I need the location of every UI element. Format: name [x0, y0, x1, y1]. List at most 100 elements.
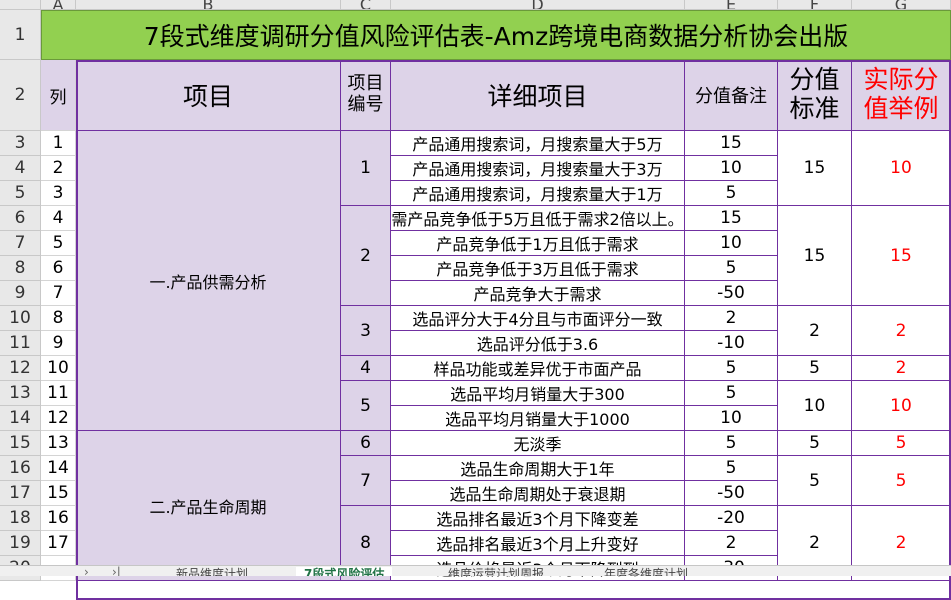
score-std-cell[interactable]: 5 — [778, 356, 852, 381]
detail-cell[interactable]: 选品排名最近3个月下降变差 — [391, 506, 685, 531]
actual-score-cell[interactable]: 10 — [852, 131, 951, 206]
detail-cell[interactable]: 产品通用搜索词，月搜索量大于5万 — [391, 131, 685, 156]
score-std-cell[interactable]: 2 — [778, 306, 852, 356]
seq-cell[interactable]: 4 — [41, 206, 76, 231]
score-note-cell[interactable]: -50 — [685, 481, 778, 506]
item-number-cell[interactable]: 7 — [341, 456, 391, 506]
detail-cell[interactable]: 样品功能或差异优于市面产品 — [391, 356, 685, 381]
seq-cell[interactable]: 5 — [41, 231, 76, 256]
row-header-2[interactable]: 2 — [0, 60, 41, 131]
score-note-cell[interactable]: 5 — [685, 431, 778, 456]
row-header-3[interactable]: 3 — [0, 131, 41, 156]
header-detail[interactable]: 详细项目 — [391, 60, 685, 131]
row-header-15[interactable]: 15 — [0, 431, 41, 456]
actual-score-cell[interactable]: 15 — [852, 206, 951, 306]
score-std-cell[interactable]: 5 — [778, 456, 852, 506]
column-header-b[interactable]: B — [76, 0, 341, 10]
detail-cell[interactable]: 选品生命周期大于1年 — [391, 456, 685, 481]
seq-cell[interactable]: 17 — [41, 531, 76, 556]
row-header-8[interactable]: 8 — [0, 256, 41, 281]
detail-cell[interactable]: 产品竞争低于3万且低于需求 — [391, 256, 685, 281]
row-header-18[interactable]: 18 — [0, 506, 41, 531]
score-note-cell[interactable]: -50 — [685, 281, 778, 306]
row-header-11[interactable]: 11 — [0, 331, 41, 356]
seq-cell[interactable]: 9 — [41, 331, 76, 356]
header-item-no[interactable]: 项目编号 — [341, 60, 391, 131]
item-number-cell[interactable]: 2 — [341, 206, 391, 306]
column-header-a[interactable]: A — [41, 0, 76, 10]
score-note-cell[interactable]: 15 — [685, 206, 778, 231]
score-note-cell[interactable]: 5 — [685, 381, 778, 406]
seq-cell[interactable]: 12 — [41, 406, 76, 431]
column-header-e[interactable]: E — [685, 0, 778, 10]
score-note-cell[interactable]: 10 — [685, 231, 778, 256]
item-category-cell[interactable]: 一.产品供需分析 — [76, 131, 341, 431]
score-note-cell[interactable]: 10 — [685, 156, 778, 181]
header-seq[interactable]: 列 — [41, 60, 76, 131]
seq-cell[interactable]: 2 — [41, 156, 76, 181]
row-header-4[interactable]: 4 — [0, 156, 41, 181]
row-header-13[interactable]: 13 — [0, 381, 41, 406]
score-std-cell[interactable]: 10 — [778, 381, 852, 431]
detail-cell[interactable]: 需产品竞争低于5万且低于需求2倍以上。 — [391, 206, 685, 231]
row-header-6[interactable]: 6 — [0, 206, 41, 231]
score-note-cell[interactable]: 10 — [685, 406, 778, 431]
sheet-title[interactable]: 7段式维度调研分值风险评估表-Amz跨境电商数据分析协会出版 — [41, 10, 951, 60]
seq-cell[interactable]: 3 — [41, 181, 76, 206]
row-header-12[interactable]: 12 — [0, 356, 41, 381]
column-header-d[interactable]: D — [391, 0, 685, 10]
row-header-1[interactable]: 1 — [0, 10, 41, 60]
seq-cell[interactable]: 8 — [41, 306, 76, 331]
header-score-note[interactable]: 分值备注 — [685, 60, 778, 131]
actual-score-cell[interactable]: 5 — [852, 456, 951, 506]
detail-cell[interactable]: 选品生命周期处于衰退期 — [391, 481, 685, 506]
seq-cell[interactable]: 7 — [41, 281, 76, 306]
seq-cell[interactable]: 10 — [41, 356, 76, 381]
row-header-19[interactable]: 19 — [0, 531, 41, 556]
score-note-cell[interactable]: 2 — [685, 531, 778, 556]
detail-cell[interactable]: 产品竞争大于需求 — [391, 281, 685, 306]
score-note-cell[interactable]: -10 — [685, 331, 778, 356]
score-std-cell[interactable]: 5 — [778, 431, 852, 456]
score-note-cell[interactable]: 5 — [685, 456, 778, 481]
column-header-g[interactable]: G — [852, 0, 951, 10]
score-std-cell[interactable]: 15 — [778, 131, 852, 206]
detail-cell[interactable]: 产品竞争低于1万且低于需求 — [391, 231, 685, 256]
row-header-5[interactable]: 5 — [0, 181, 41, 206]
select-all-corner[interactable] — [0, 0, 41, 10]
row-header-10[interactable]: 10 — [0, 306, 41, 331]
column-header-c[interactable]: C — [341, 0, 391, 10]
seq-cell[interactable]: 16 — [41, 506, 76, 531]
score-note-cell[interactable]: 5 — [685, 256, 778, 281]
row-header-9[interactable]: 9 — [0, 281, 41, 306]
row-header-7[interactable]: 7 — [0, 231, 41, 256]
item-number-cell[interactable]: 1 — [341, 131, 391, 206]
item-number-cell[interactable]: 6 — [341, 431, 391, 456]
detail-cell[interactable]: 选品平均月销量大于300 — [391, 381, 685, 406]
seq-cell[interactable]: 14 — [41, 456, 76, 481]
detail-cell[interactable]: 无淡季 — [391, 431, 685, 456]
score-std-cell[interactable]: 15 — [778, 206, 852, 306]
seq-cell[interactable]: 11 — [41, 381, 76, 406]
actual-score-cell[interactable]: 5 — [852, 431, 951, 456]
actual-score-cell[interactable]: 2 — [852, 306, 951, 356]
detail-cell[interactable]: 选品排名最近3个月上升变好 — [391, 531, 685, 556]
item-number-cell[interactable]: 4 — [341, 356, 391, 381]
seq-cell[interactable]: 15 — [41, 481, 76, 506]
actual-score-cell[interactable]: 10 — [852, 381, 951, 431]
header-score-std[interactable]: 分值标准 — [778, 60, 852, 131]
score-note-cell[interactable]: 5 — [685, 356, 778, 381]
score-note-cell[interactable]: 2 — [685, 306, 778, 331]
detail-cell[interactable]: 选品评分大于4分且与市面评分一致 — [391, 306, 685, 331]
score-note-cell[interactable]: 5 — [685, 181, 778, 206]
detail-cell[interactable]: 选品评分低于3.6 — [391, 331, 685, 356]
row-header-16[interactable]: 16 — [0, 456, 41, 481]
item-number-cell[interactable]: 5 — [341, 381, 391, 431]
detail-cell[interactable]: 产品通用搜索词，月搜索量大于1万 — [391, 181, 685, 206]
score-note-cell[interactable]: 15 — [685, 131, 778, 156]
item-number-cell[interactable]: 3 — [341, 306, 391, 356]
header-actual[interactable]: 实际分值举例 — [852, 60, 951, 131]
seq-cell[interactable]: 13 — [41, 431, 76, 456]
seq-cell[interactable]: 1 — [41, 131, 76, 156]
detail-cell[interactable]: 产品通用搜索词，月搜索量大于3万 — [391, 156, 685, 181]
